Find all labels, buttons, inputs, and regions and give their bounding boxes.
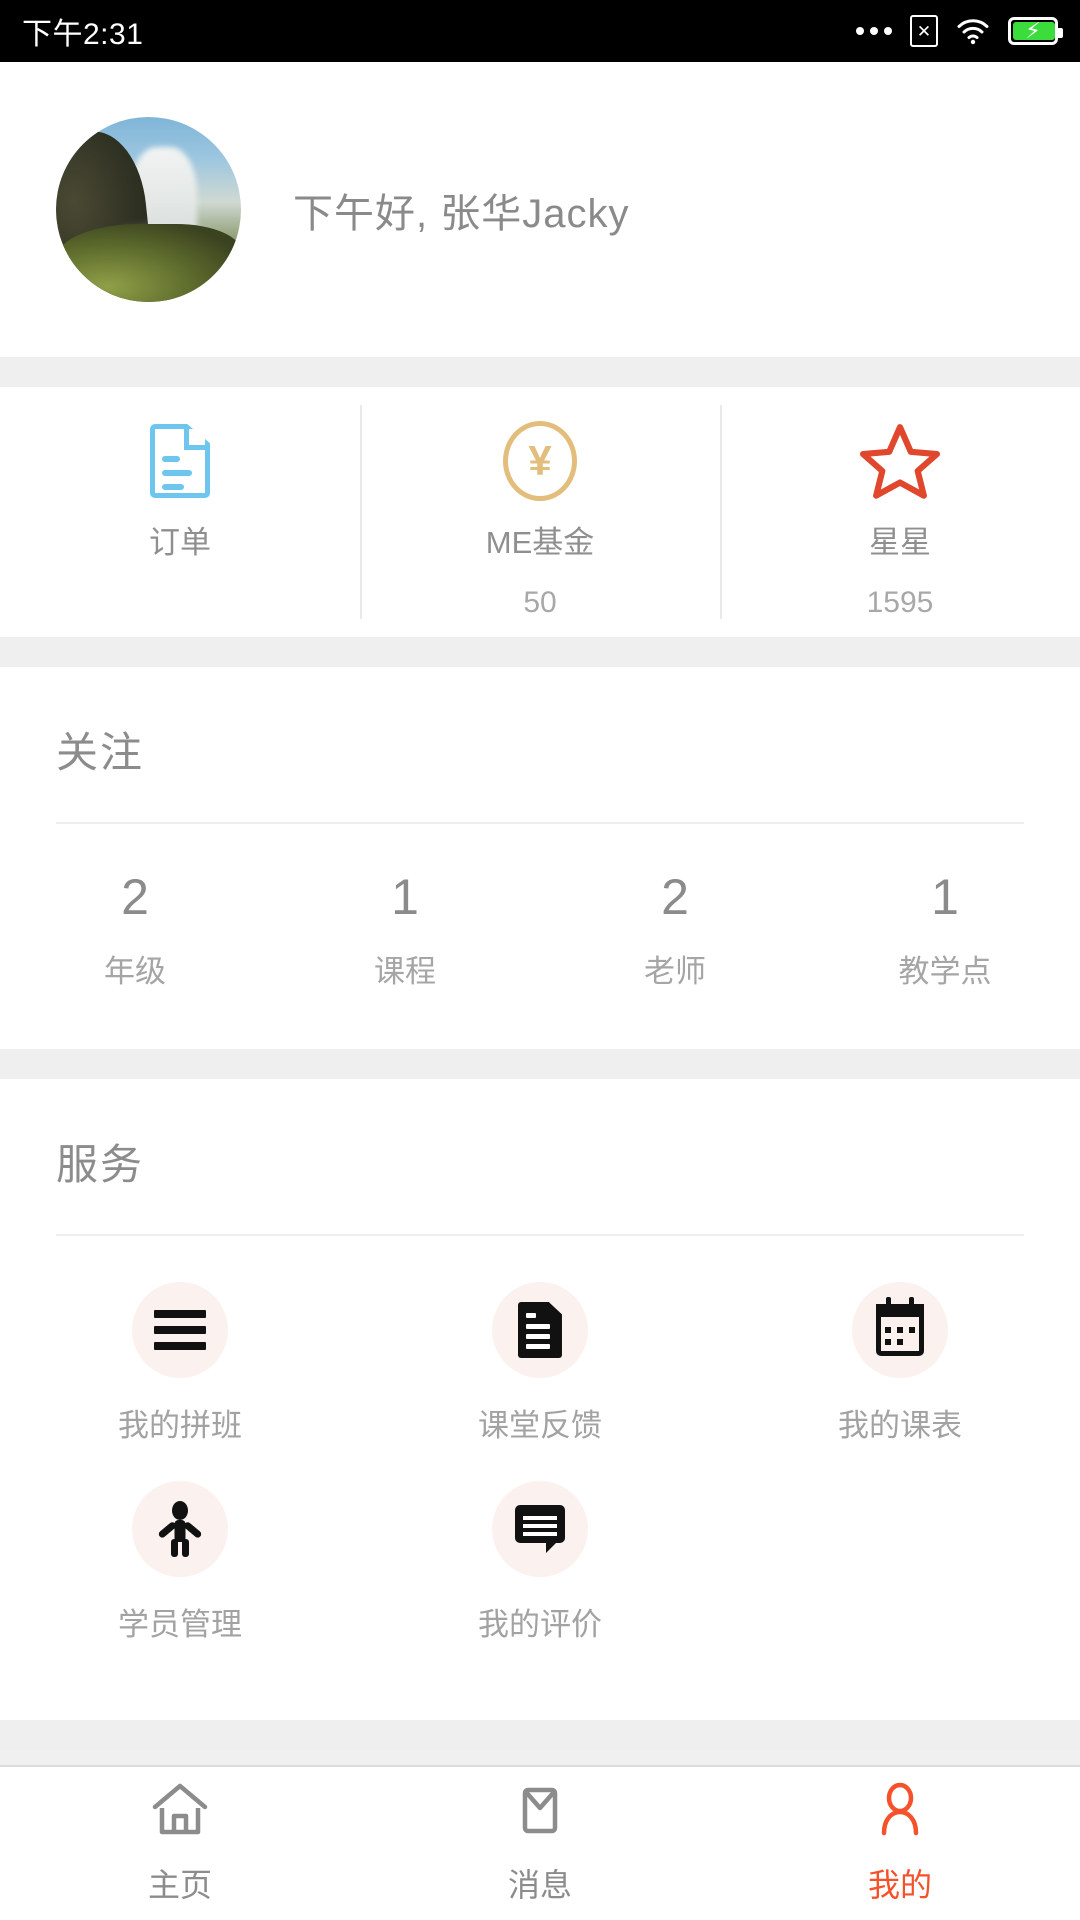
services-grid: 我的拼班 课堂反馈 我的课表 学员管理 我的评价 <box>0 1236 1080 1720</box>
service-my-timetable[interactable]: 我的课表 <box>720 1282 1080 1445</box>
tab-messages[interactable]: 消息 <box>360 1767 720 1920</box>
sim-x-icon: ✕ <box>910 15 938 47</box>
section-divider <box>0 1049 1080 1079</box>
service-student-management[interactable]: 学员管理 <box>0 1481 360 1644</box>
follow-item-grade[interactable]: 2 年级 <box>0 868 270 991</box>
services-section: 服务 我的拼班 课堂反馈 我的课表 学员管理 我的评价 <box>0 1079 1080 1720</box>
more-dots-icon <box>856 27 892 35</box>
person-raised-arms-icon <box>131 1481 228 1577</box>
stat-value: 50 <box>523 586 557 619</box>
mail-icon <box>509 1781 571 1844</box>
service-label: 我的拼班 <box>117 1408 242 1443</box>
follow-count: 1 <box>391 869 419 925</box>
battery-charging-icon: ⚡ <box>1008 17 1063 45</box>
service-label: 我的课表 <box>837 1408 962 1443</box>
section-divider <box>0 1720 1080 1750</box>
follow-label: 年级 <box>104 954 166 989</box>
section-divider <box>0 637 1080 667</box>
follow-item-course[interactable]: 1 课程 <box>270 868 540 991</box>
calendar-icon <box>851 1282 948 1378</box>
stat-label: ME基金 <box>485 525 595 560</box>
follow-stats-row: 2 年级 1 课程 2 老师 1 教学点 <box>0 824 1080 1049</box>
stat-label: 订单 <box>149 525 211 560</box>
person-icon <box>869 1781 931 1844</box>
follow-label: 老师 <box>644 954 706 989</box>
stat-value: 1595 <box>866 586 934 619</box>
stat-label: 星星 <box>869 525 931 560</box>
account-stats-row: 订单 ¥ ME基金 50 星星 1595 <box>0 387 1080 637</box>
document-icon <box>150 421 210 501</box>
follow-section-title: 关注 <box>56 729 145 776</box>
stat-stars[interactable]: 星星 1595 <box>720 387 1080 637</box>
list-icon <box>131 1282 228 1378</box>
document-filled-icon <box>491 1282 588 1378</box>
follow-count: 2 <box>661 869 689 925</box>
service-label: 学员管理 <box>117 1607 242 1642</box>
follow-section: 关注 2 年级 1 课程 2 老师 1 教学点 <box>0 667 1080 1049</box>
services-section-title: 服务 <box>56 1141 145 1188</box>
service-label: 课堂反馈 <box>477 1408 602 1443</box>
avatar[interactable] <box>56 117 241 302</box>
follow-label: 教学点 <box>898 954 992 989</box>
follow-count: 1 <box>931 869 959 925</box>
follow-count: 2 <box>121 869 149 925</box>
status-bar: 下午2:31 ✕ ⚡ <box>0 0 1080 62</box>
bottom-tab-bar: 主页 消息 我的 <box>0 1765 1080 1920</box>
home-icon <box>149 1781 211 1844</box>
greeting-text: 下午好, 张华Jacky <box>293 191 630 236</box>
phone-screen: 下午2:31 ✕ ⚡ 下午好, 张华Jacky 订单 ¥ ME基金 50 星星 … <box>0 0 1080 1920</box>
chat-bubble-icon <box>491 1481 588 1577</box>
stat-me-fund[interactable]: ¥ ME基金 50 <box>360 387 720 637</box>
star-icon <box>860 421 940 501</box>
tab-label: 消息 <box>507 1867 572 1903</box>
follow-label: 课程 <box>374 954 436 989</box>
profile-header[interactable]: 下午好, 张华Jacky <box>0 62 1080 357</box>
service-class-feedback[interactable]: 课堂反馈 <box>360 1282 720 1445</box>
service-label: 我的评价 <box>477 1607 602 1642</box>
tab-label: 主页 <box>147 1867 212 1903</box>
tab-label: 我的 <box>867 1867 932 1903</box>
service-my-class[interactable]: 我的拼班 <box>0 1282 360 1445</box>
tab-profile[interactable]: 我的 <box>720 1767 1080 1920</box>
tab-home[interactable]: 主页 <box>0 1767 360 1920</box>
follow-item-teacher[interactable]: 2 老师 <box>540 868 810 991</box>
service-my-reviews[interactable]: 我的评价 <box>360 1481 720 1644</box>
stat-orders[interactable]: 订单 <box>0 387 360 637</box>
status-bar-time: 下午2:31 <box>22 18 144 51</box>
status-bar-icons: ✕ ⚡ <box>856 15 1063 47</box>
section-divider <box>0 357 1080 387</box>
yuan-coin-icon: ¥ <box>503 421 577 501</box>
wifi-icon <box>956 17 990 45</box>
follow-item-campus[interactable]: 1 教学点 <box>810 868 1080 991</box>
